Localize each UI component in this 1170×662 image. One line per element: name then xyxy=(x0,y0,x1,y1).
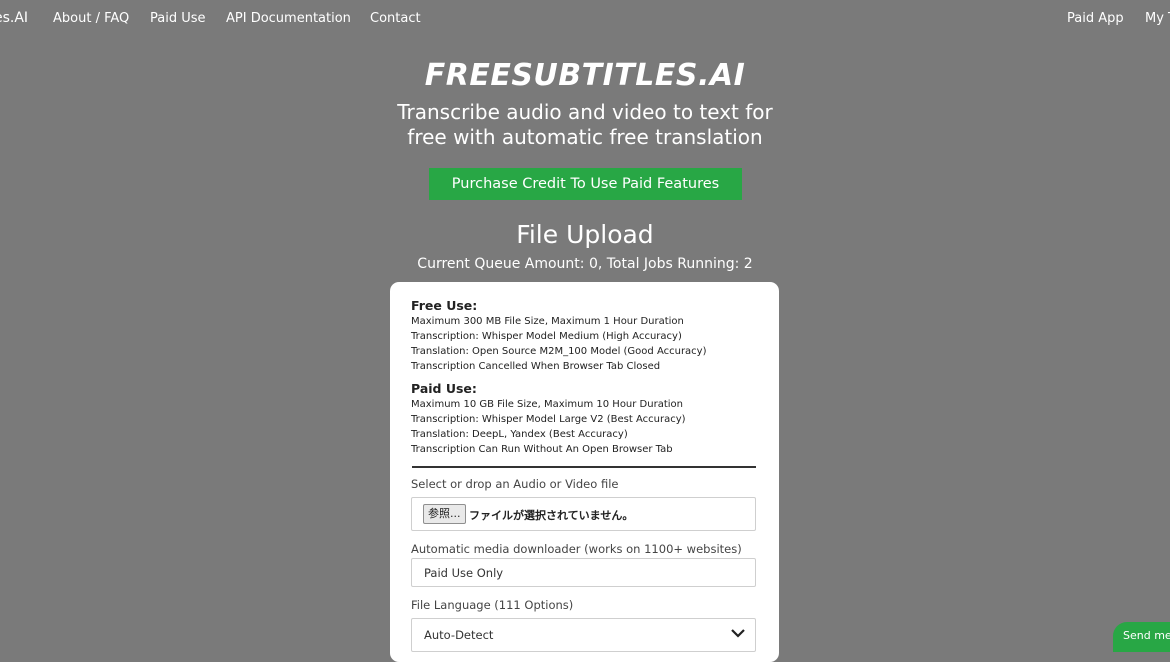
top-navbar: es.AI About / FAQ Paid Use API Documenta… xyxy=(0,0,1170,36)
file-status-text: ファイルが選択されていません。 xyxy=(469,509,634,522)
subtitle-line-2: free with automatic free translation xyxy=(407,125,763,149)
media-downloader-input[interactable]: Paid Use Only xyxy=(411,558,756,587)
send-message-button[interactable]: Send mes xyxy=(1113,622,1170,652)
page-title: FREESUBTITLES.AI xyxy=(424,58,746,93)
nav-link-contact[interactable]: Contact xyxy=(370,11,421,26)
section-divider xyxy=(412,466,756,468)
downloader-label: Automatic media downloader (works on 110… xyxy=(411,542,742,556)
brand-link[interactable]: es.AI xyxy=(0,10,28,26)
chevron-down-icon xyxy=(731,629,745,638)
file-language-value: Auto-Detect xyxy=(424,628,494,642)
nav-link-about-faq[interactable]: About / FAQ xyxy=(53,11,129,26)
queue-status: Current Queue Amount: 0, Total Jobs Runn… xyxy=(417,256,753,272)
file-upload-heading: File Upload xyxy=(516,220,654,249)
nav-link-api-documentation[interactable]: API Documentation xyxy=(226,11,351,26)
nav-link-paid-app[interactable]: Paid App xyxy=(1067,11,1124,26)
file-language-label: File Language (111 Options) xyxy=(411,598,574,612)
file-input[interactable]: 参照... ファイルが選択されていません。 xyxy=(411,497,756,531)
browse-file-button[interactable]: 参照... xyxy=(423,504,466,524)
nav-link-my-account[interactable]: My T xyxy=(1145,11,1170,26)
free-use-heading: Free Use: xyxy=(411,298,478,313)
downloader-value: Paid Use Only xyxy=(424,566,504,580)
paid-use-heading: Paid Use: xyxy=(411,381,477,396)
free-use-line: Translation: Open Source M2M_100 Model (… xyxy=(411,346,707,357)
file-input-label: Select or drop an Audio or Video file xyxy=(411,477,619,491)
paid-use-line: Transcription Can Run Without An Open Br… xyxy=(411,444,673,455)
paid-use-line: Translation: DeepL, Yandex (Best Accurac… xyxy=(411,429,628,440)
purchase-credit-button[interactable]: Purchase Credit To Use Paid Features xyxy=(429,168,742,200)
upload-card: Free Use: Maximum 300 MB File Size, Maxi… xyxy=(390,282,779,662)
free-use-line: Maximum 300 MB File Size, Maximum 1 Hour… xyxy=(411,316,684,327)
page-subtitle: Transcribe audio and video to text for f… xyxy=(385,100,785,150)
file-language-select[interactable]: Auto-Detect xyxy=(411,618,756,652)
paid-use-line: Maximum 10 GB File Size, Maximum 10 Hour… xyxy=(411,399,683,410)
subtitle-line-1: Transcribe audio and video to text for xyxy=(397,100,773,124)
nav-link-paid-use[interactable]: Paid Use xyxy=(150,11,206,26)
free-use-line: Transcription Cancelled When Browser Tab… xyxy=(411,361,661,372)
free-use-line: Transcription: Whisper Model Medium (Hig… xyxy=(411,331,682,342)
paid-use-line: Transcription: Whisper Model Large V2 (B… xyxy=(411,414,686,425)
